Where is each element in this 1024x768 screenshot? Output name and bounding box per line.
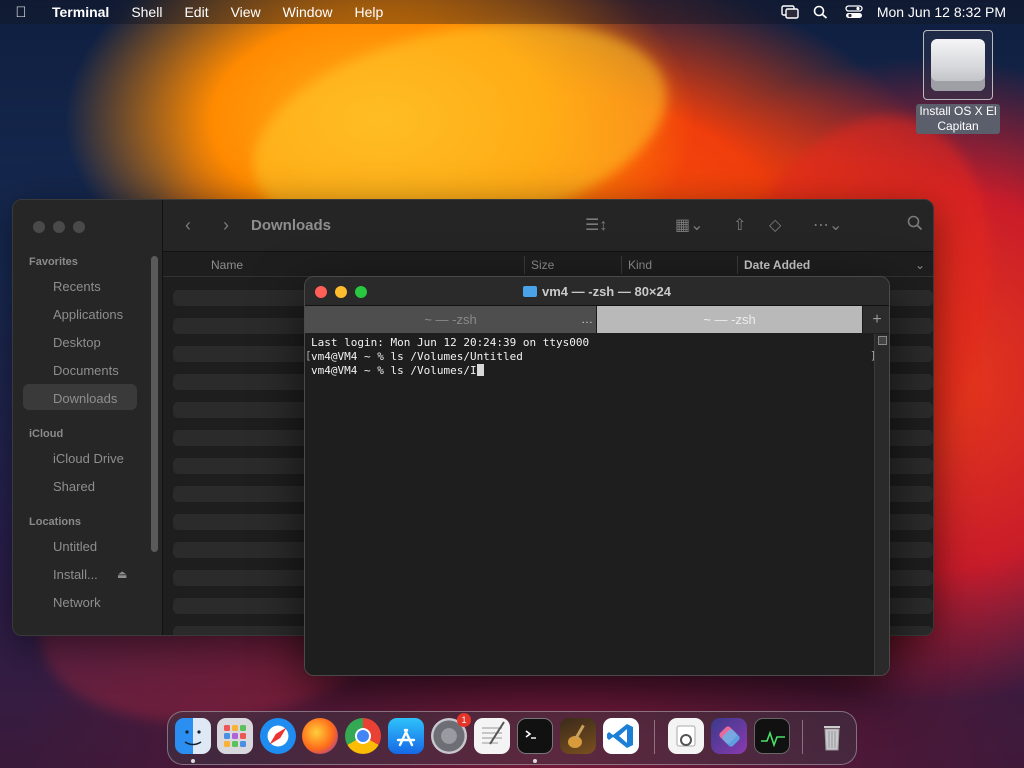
dock-textedit-icon[interactable]: [474, 718, 510, 754]
dock-separator: [654, 720, 655, 754]
notification-badge: 1: [457, 713, 471, 727]
apple-menu-icon[interactable]: : [0, 4, 42, 21]
terminal-tab-bar: ~ — -zsh … ~ — -zsh +: [305, 306, 889, 333]
sidebar-item-recents[interactable]: Recents: [53, 279, 101, 294]
running-indicator: [191, 759, 195, 763]
dock-instruments-icon[interactable]: [560, 718, 596, 754]
sidebar-item-shared[interactable]: Shared: [53, 479, 95, 494]
dock-shortcuts-icon[interactable]: [711, 718, 747, 754]
dock-preview-icon[interactable]: [668, 718, 704, 754]
dock-safari-icon[interactable]: [260, 718, 296, 754]
dock-separator: [802, 720, 803, 754]
dock-launchpad-icon[interactable]: [217, 718, 253, 754]
sidebar-item-downloads[interactable]: Downloads: [53, 391, 117, 406]
back-chevron-icon[interactable]: ‹: [185, 215, 191, 236]
dock-activity-monitor-icon[interactable]: [754, 718, 790, 754]
terminal-prompt-line[interactable]: vm4@VM4 ~ % ls /Volumes/I: [311, 364, 870, 378]
scroll-marker-icon: [878, 336, 887, 345]
finder-window-controls: [33, 221, 85, 233]
disk-drive-icon: [923, 30, 993, 100]
terminal-title: vm4 — -zsh — 80×24: [305, 284, 889, 299]
menu-edit[interactable]: Edit: [173, 4, 219, 20]
group-by-icon[interactable]: ▦⌄: [675, 215, 704, 235]
dock-trash-icon[interactable]: [814, 718, 850, 754]
tab-zsh-2[interactable]: ~ — -zsh: [597, 306, 862, 333]
sidebar-item-desktop[interactable]: Desktop: [53, 335, 101, 350]
terminal-line: vm4@VM4 ~ % ls /Volumes/Untitled: [311, 350, 523, 363]
tag-icon[interactable]: ◇: [769, 215, 781, 235]
new-tab-plus-icon[interactable]: +: [863, 306, 889, 333]
dock-firefox-icon[interactable]: [302, 718, 338, 754]
sidebar-item-documents[interactable]: Documents: [53, 363, 119, 378]
tab-zsh-1[interactable]: ~ — -zsh: [305, 306, 596, 333]
sidebar-item-icloud-drive[interactable]: iCloud Drive: [53, 451, 124, 466]
screen-mirroring-icon[interactable]: [781, 5, 799, 19]
dock-system-settings-icon[interactable]: 1: [431, 713, 471, 754]
sidebar-header-icloud: iCloud: [29, 428, 64, 440]
menu-bar:  Terminal Shell Edit View Window Help M…: [0, 0, 1024, 24]
dock: 1: [167, 711, 857, 765]
terminal-scrollbar[interactable]: [874, 334, 889, 675]
finder-window-title: Downloads: [251, 217, 332, 234]
column-date-added[interactable]: Date Added: [744, 258, 810, 272]
column-name[interactable]: Name: [211, 258, 243, 272]
menubar-clock[interactable]: Mon Jun 12 8:32 PM: [877, 4, 1006, 20]
more-actions-icon[interactable]: ⋯⌄: [813, 215, 842, 235]
terminal-output[interactable]: Last login: Mon Jun 12 20:24:39 on ttys0…: [305, 334, 876, 675]
running-indicator: [533, 759, 537, 763]
menu-view[interactable]: View: [220, 4, 272, 20]
zoom-button[interactable]: [73, 221, 85, 233]
sidebar-header-locations: Locations: [29, 516, 81, 528]
menu-help[interactable]: Help: [343, 4, 394, 20]
terminal-window[interactable]: vm4 — -zsh — 80×24 ~ — -zsh … ~ — -zsh +…: [304, 276, 890, 676]
mark-bracket-left: [: [305, 349, 312, 362]
finder-sidebar: Favorites Recents Applications Desktop D…: [13, 200, 163, 635]
menu-shell[interactable]: Shell: [120, 4, 173, 20]
search-icon[interactable]: [907, 215, 923, 236]
dock-terminal-icon[interactable]: [517, 718, 553, 754]
dock-app-store-icon[interactable]: [388, 718, 424, 754]
column-header-row: Name Size Kind Date Added ⌄: [163, 253, 933, 277]
sidebar-item-network[interactable]: Network: [53, 595, 101, 610]
dock-finder-icon[interactable]: [175, 718, 211, 754]
dock-chrome-icon[interactable]: [345, 718, 381, 754]
text-cursor: [476, 364, 484, 376]
share-icon[interactable]: ⇧: [733, 215, 746, 235]
terminal-line: Last login: Mon Jun 12 20:24:39 on ttys0…: [311, 336, 590, 349]
sort-chevron-down-icon[interactable]: ⌄: [915, 258, 925, 272]
menu-window[interactable]: Window: [272, 4, 344, 20]
close-button[interactable]: [33, 221, 45, 233]
disk-label: Install OS X El Capitan: [916, 104, 1000, 134]
desktop-disk-install-os-x[interactable]: Install OS X El Capitan: [910, 30, 1006, 135]
folder-icon: [523, 286, 537, 297]
sidebar-item-install[interactable]: Install...: [53, 567, 98, 582]
app-menu[interactable]: Terminal: [42, 4, 120, 20]
column-size[interactable]: Size: [531, 258, 554, 272]
control-center-icon[interactable]: [845, 5, 863, 19]
sidebar-header-favorites: Favorites: [29, 256, 78, 268]
sidebar-item-applications[interactable]: Applications: [53, 307, 123, 322]
column-kind[interactable]: Kind: [628, 258, 652, 272]
terminal-titlebar[interactable]: vm4 — -zsh — 80×24: [305, 277, 889, 306]
minimize-button[interactable]: [53, 221, 65, 233]
forward-chevron-icon[interactable]: ›: [223, 215, 229, 236]
sidebar-item-untitled[interactable]: Untitled: [53, 539, 97, 554]
eject-icon[interactable]: ⏏: [117, 568, 127, 581]
finder-toolbar: ‹ › Downloads ☰↕ ▦⌄ ⇧ ◇ ⋯⌄: [163, 200, 933, 252]
view-options-icon[interactable]: ☰↕: [585, 215, 607, 235]
sidebar-scrollbar[interactable]: [151, 256, 158, 552]
dock-vscode-icon[interactable]: [603, 718, 639, 754]
tab-overflow-icon[interactable]: …: [581, 312, 593, 326]
spotlight-search-icon[interactable]: [813, 5, 831, 19]
